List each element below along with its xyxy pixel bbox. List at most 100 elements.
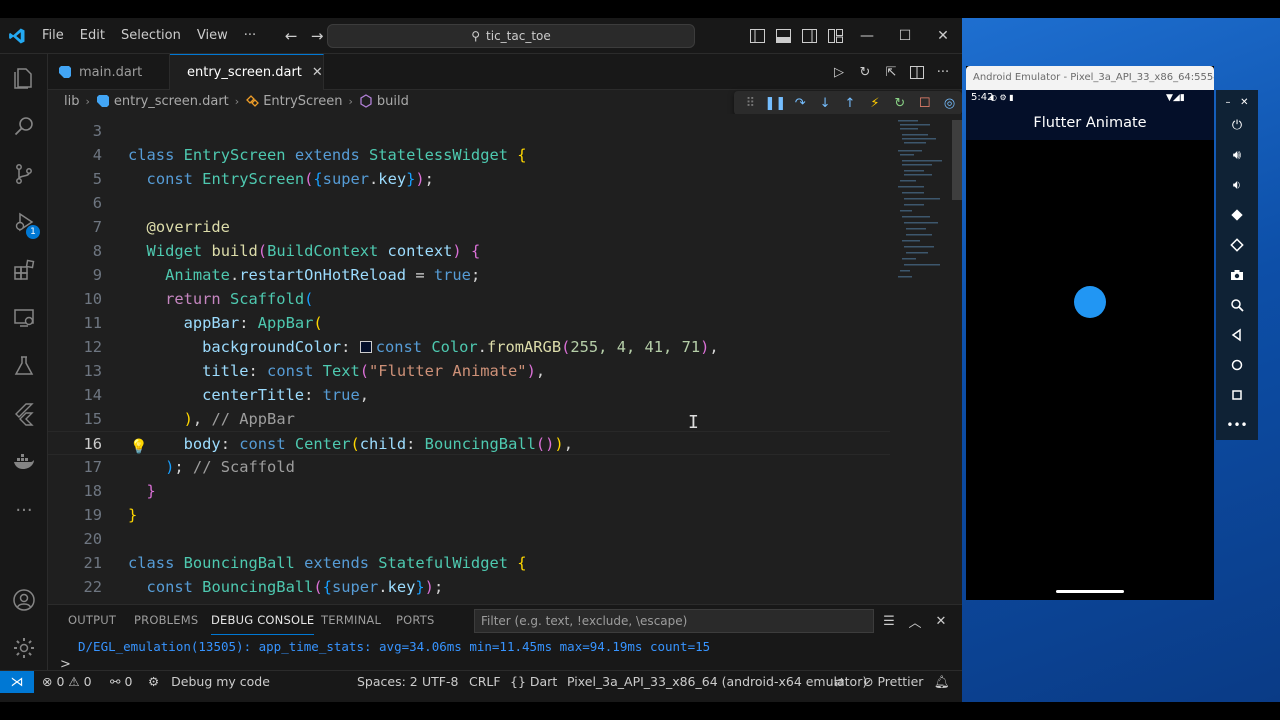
tab-label: main.dart — [79, 64, 143, 80]
console-output-line: D/EGL_emulation(13505): app_time_stats: … — [78, 639, 711, 654]
code-editor[interactable]: 3 4 class EntryScreen extends StatelessWi… — [48, 114, 962, 604]
home-circle-icon[interactable] — [1216, 350, 1258, 380]
accounts-icon[interactable] — [0, 576, 48, 624]
maximize-panel-icon[interactable]: ︿ — [904, 610, 926, 632]
hot-reload-icon[interactable]: ↻ — [852, 59, 878, 85]
color-swatch[interactable] — [359, 341, 372, 353]
stop-icon[interactable]: ☐ — [912, 91, 937, 115]
split-editor-icon[interactable] — [904, 59, 930, 85]
restart-icon[interactable]: ↻ — [887, 91, 912, 115]
manage-gear-icon[interactable] — [0, 624, 48, 672]
language-status[interactable]: {} Dart — [510, 671, 557, 693]
breadcrumb-method[interactable]: build — [377, 94, 409, 109]
code-line: 4 class EntryScreen extends StatelessWidg… — [92, 146, 527, 164]
prettier-status[interactable]: ⊘ Prettier — [863, 671, 923, 693]
menu-view[interactable]: View — [189, 23, 236, 49]
breadcrumb-class[interactable]: EntryScreen — [263, 94, 342, 109]
code-line: 15 ), // AppBar — [83, 410, 295, 428]
indentation-status[interactable]: Spaces: 2 — [357, 671, 418, 693]
notifications-bell-icon[interactable]: 🔔︎ — [934, 671, 950, 693]
sync-icon[interactable]: ⇄ — [834, 671, 844, 693]
extensions-icon[interactable] — [0, 246, 48, 294]
tab-entry-screen-dart[interactable]: entry_screen.dart ✕ — [170, 54, 324, 90]
command-center-search[interactable]: ⚲ tic_tac_toe — [327, 24, 695, 48]
clear-console-icon[interactable]: ☰ — [878, 610, 900, 632]
power-icon[interactable]: ⏻ — [1216, 110, 1258, 140]
vscode-logo-icon — [0, 18, 34, 54]
menu-edit[interactable]: Edit — [72, 23, 113, 49]
search-icon: ⚲ — [471, 29, 481, 43]
testing-icon[interactable] — [0, 342, 48, 390]
toggle-secondary-sidebar-icon[interactable] — [796, 23, 822, 49]
toggle-primary-sidebar-icon[interactable] — [744, 23, 770, 49]
step-out-icon[interactable]: ↑ — [838, 91, 863, 115]
back-triangle-icon[interactable] — [1216, 320, 1258, 350]
rotate-right-icon[interactable] — [1216, 230, 1258, 260]
code-line: 8 Widget build(BuildContext context) { — [92, 242, 481, 260]
encoding-status[interactable]: UTF-8 — [422, 671, 458, 693]
console-filter-input[interactable]: Filter (e.g. text, !exclude, \escape) — [474, 609, 874, 633]
menu-more[interactable]: ··· — [236, 23, 264, 49]
remote-explorer-icon[interactable] — [0, 294, 48, 342]
run-and-debug-icon[interactable]: 1 — [0, 198, 48, 246]
gesture-nav-bar — [966, 584, 1214, 600]
class-symbol-icon — [246, 95, 260, 107]
method-symbol-icon — [360, 94, 372, 108]
run-file-icon[interactable]: ▷ — [826, 59, 852, 85]
volume-down-icon[interactable]: 🔉︎ — [1216, 170, 1258, 200]
camera-icon[interactable] — [1216, 260, 1258, 290]
panel-tab-ports[interactable]: PORTS — [396, 605, 434, 635]
open-devtools-icon[interactable]: ⇱ — [878, 59, 904, 85]
flutter-inspector-icon[interactable]: ◎ — [937, 91, 962, 115]
extended-controls-icon[interactable]: ••• — [1216, 410, 1258, 440]
home-pill[interactable] — [1056, 590, 1124, 593]
breadcrumb-folder[interactable]: lib — [64, 94, 79, 109]
close-window-icon[interactable]: ✕ — [924, 18, 962, 54]
ports-icon: ⚯ — [110, 674, 121, 689]
debug-status[interactable]: ⚙ Debug my code — [148, 671, 270, 693]
device-status[interactable]: Pixel_3a_API_33_x86_64 (android-x64 emul… — [567, 671, 867, 693]
close-tab-icon[interactable]: ✕ — [312, 65, 323, 80]
maximize-icon[interactable]: ☐ — [886, 18, 924, 54]
menu-selection[interactable]: Selection — [113, 23, 189, 49]
flutter-icon[interactable] — [0, 390, 48, 438]
ports-status[interactable]: ⚯ 0 — [110, 671, 132, 693]
pause-icon[interactable]: ❚❚ — [763, 91, 788, 115]
tab-main-dart[interactable]: main.dart — [48, 54, 170, 90]
panel-tab-problems[interactable]: PROBLEMS — [134, 605, 198, 635]
customize-layout-icon[interactable] — [822, 23, 848, 49]
step-over-icon[interactable]: ↷ — [788, 91, 813, 115]
more-actions-icon[interactable]: ··· — [930, 59, 956, 85]
overview-square-icon[interactable] — [1216, 380, 1258, 410]
close-panel-icon[interactable]: ✕ — [930, 610, 952, 632]
editor-scrollbar[interactable] — [952, 120, 962, 200]
remote-indicator-icon[interactable]: ⋊ — [0, 671, 34, 693]
panel-tab-terminal[interactable]: TERMINAL — [321, 605, 381, 635]
emulator-title: Android Emulator - Pixel_3a_API_33_x86_6… — [966, 66, 1214, 90]
dart-file-icon — [59, 66, 71, 78]
toggle-panel-icon[interactable] — [770, 23, 796, 49]
volume-up-icon[interactable]: 🔊︎ — [1216, 140, 1258, 170]
minimize-icon[interactable]: — — [848, 18, 886, 54]
hot-reload-bolt-icon[interactable]: ⚡ — [862, 91, 887, 115]
panel-tab-output[interactable]: OUTPUT — [68, 605, 116, 635]
back-arrow-icon[interactable]: ← — [278, 27, 304, 45]
app-body[interactable] — [966, 140, 1214, 584]
zoom-icon[interactable] — [1216, 290, 1258, 320]
source-control-icon[interactable] — [0, 150, 48, 198]
breadcrumb-file[interactable]: entry_screen.dart — [114, 94, 229, 109]
docker-icon[interactable] — [0, 438, 48, 486]
problems-status[interactable]: ⊗ 0 ⚠ 0 — [42, 671, 92, 693]
eol-status[interactable]: CRLF — [469, 671, 501, 693]
rotate-left-icon[interactable] — [1216, 200, 1258, 230]
more-views-icon[interactable]: ··· — [0, 486, 48, 534]
text-cursor-icon: I — [688, 412, 699, 433]
menu-file[interactable]: File — [34, 23, 72, 49]
minimap[interactable] — [896, 114, 952, 294]
panel-tab-debug-console[interactable]: DEBUG CONSOLE — [211, 605, 315, 635]
code-line: 18 } — [83, 482, 156, 500]
search-sidebar-icon[interactable] — [0, 102, 48, 150]
step-into-icon[interactable]: ↓ — [813, 91, 838, 115]
explorer-icon[interactable] — [0, 54, 48, 102]
drag-handle-icon[interactable]: ⠿ — [738, 91, 763, 115]
